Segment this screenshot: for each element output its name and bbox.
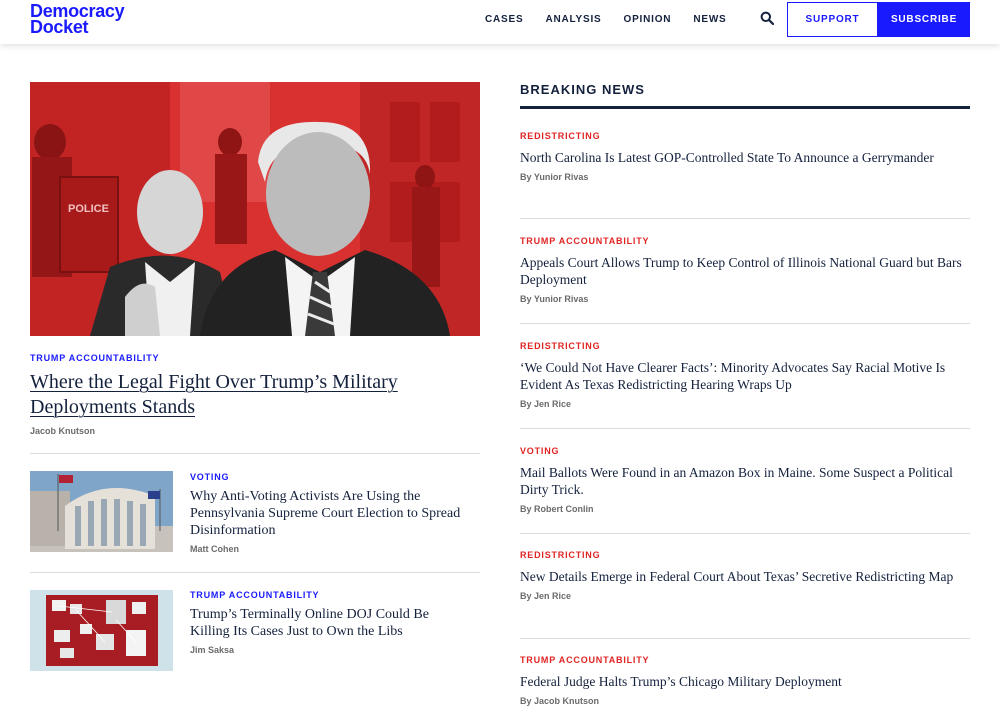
- breaking-item: REDISTRICTING North Carolina Is Latest G…: [520, 131, 970, 182]
- breaking-item-tag[interactable]: REDISTRICTING: [520, 131, 970, 141]
- breaking-item-headline[interactable]: Appeals Court Allows Trump to Keep Contr…: [520, 254, 970, 288]
- nav-cases[interactable]: CASES: [485, 14, 523, 25]
- breaking-item-headline[interactable]: Federal Judge Halts Trump’s Chicago Mili…: [520, 673, 970, 690]
- nav-news[interactable]: NEWS: [693, 14, 726, 25]
- breaking-item: VOTING Mail Ballots Were Found in an Ama…: [520, 446, 970, 514]
- subscribe-button[interactable]: SUBSCRIBE: [878, 2, 970, 37]
- side-story-1-headline[interactable]: Why Anti-Voting Activists Are Using the …: [190, 488, 470, 539]
- breaking-item: REDISTRICTING New Details Emerge in Fede…: [520, 550, 970, 601]
- search-button[interactable]: [760, 11, 776, 27]
- breaking-item-headline[interactable]: ‘We Could Not Have Clearer Facts’: Minor…: [520, 359, 970, 393]
- breaking-item-tag[interactable]: REDISTRICTING: [520, 341, 970, 351]
- breaking-item-byline[interactable]: By Yunior Rivas: [520, 172, 970, 182]
- logo-line-2: Docket: [30, 17, 89, 37]
- evidence-board-image: [30, 590, 173, 671]
- breaking-item-tag[interactable]: VOTING: [520, 446, 970, 456]
- side-story-2: TRUMP ACCOUNTABILITY Trump’s Terminally …: [190, 590, 470, 655]
- hero-image[interactable]: POLICE: [30, 82, 480, 336]
- story-thumbnail-courthouse[interactable]: [30, 471, 173, 552]
- divider: [520, 323, 970, 324]
- side-story-1: VOTING Why Anti-Voting Activists Are Usi…: [190, 472, 470, 554]
- nav-analysis[interactable]: ANALYSIS: [545, 14, 601, 25]
- support-button[interactable]: SUPPORT: [787, 2, 878, 37]
- hero-illustration: POLICE: [30, 82, 480, 336]
- site-logo[interactable]: Democracy Docket: [30, 2, 125, 37]
- breaking-item-headline[interactable]: Mail Ballots Were Found in an Amazon Box…: [520, 464, 970, 498]
- breaking-item-byline[interactable]: By Jacob Knutson: [520, 696, 970, 706]
- side-story-2-headline[interactable]: Trump’s Terminally Online DOJ Could Be K…: [190, 606, 470, 640]
- side-story-1-author[interactable]: Matt Cohen: [190, 544, 470, 554]
- courthouse-image: [30, 471, 173, 552]
- breaking-item: TRUMP ACCOUNTABILITY Federal Judge Halts…: [520, 655, 970, 706]
- breaking-item-tag[interactable]: TRUMP ACCOUNTABILITY: [520, 655, 970, 665]
- main-nav: CASES ANALYSIS OPINION NEWS: [485, 14, 727, 25]
- divider: [520, 428, 970, 429]
- breaking-news-rule: [520, 106, 970, 109]
- hero-image-text: POLICE: [68, 203, 109, 215]
- breaking-item-tag[interactable]: REDISTRICTING: [520, 550, 970, 560]
- breaking-item-headline[interactable]: New Details Emerge in Federal Court Abou…: [520, 568, 970, 585]
- breaking-news-heading: BREAKING NEWS: [520, 82, 645, 97]
- divider: [30, 572, 480, 573]
- breaking-item: REDISTRICTING ‘We Could Not Have Clearer…: [520, 341, 970, 409]
- side-story-2-tag[interactable]: TRUMP ACCOUNTABILITY: [190, 590, 470, 600]
- breaking-item-byline[interactable]: By Robert Conlin: [520, 504, 970, 514]
- search-icon: [760, 11, 775, 26]
- side-story-1-tag[interactable]: VOTING: [190, 472, 470, 482]
- breaking-item-byline[interactable]: By Jen Rice: [520, 399, 970, 409]
- breaking-item-byline[interactable]: By Jen Rice: [520, 591, 970, 601]
- hero-headline-link[interactable]: Where the Legal Fight Over Trump’s Milit…: [30, 370, 480, 420]
- hero-category-tag[interactable]: TRUMP ACCOUNTABILITY: [30, 353, 159, 363]
- divider: [520, 218, 970, 219]
- story-thumbnail-board[interactable]: [30, 590, 173, 671]
- divider: [520, 533, 970, 534]
- side-story-2-author[interactable]: Jim Saksa: [190, 645, 470, 655]
- hero-author[interactable]: Jacob Knutson: [30, 426, 95, 436]
- breaking-item-byline[interactable]: By Yunior Rivas: [520, 294, 970, 304]
- breaking-item-headline[interactable]: North Carolina Is Latest GOP-Controlled …: [520, 149, 970, 166]
- breaking-item-tag[interactable]: TRUMP ACCOUNTABILITY: [520, 236, 970, 246]
- divider: [30, 453, 480, 454]
- breaking-item: TRUMP ACCOUNTABILITY Appeals Court Allow…: [520, 236, 970, 304]
- divider: [520, 638, 970, 639]
- site-header: Democracy Docket CASES ANALYSIS OPINION …: [0, 0, 1000, 44]
- nav-opinion[interactable]: OPINION: [624, 14, 672, 25]
